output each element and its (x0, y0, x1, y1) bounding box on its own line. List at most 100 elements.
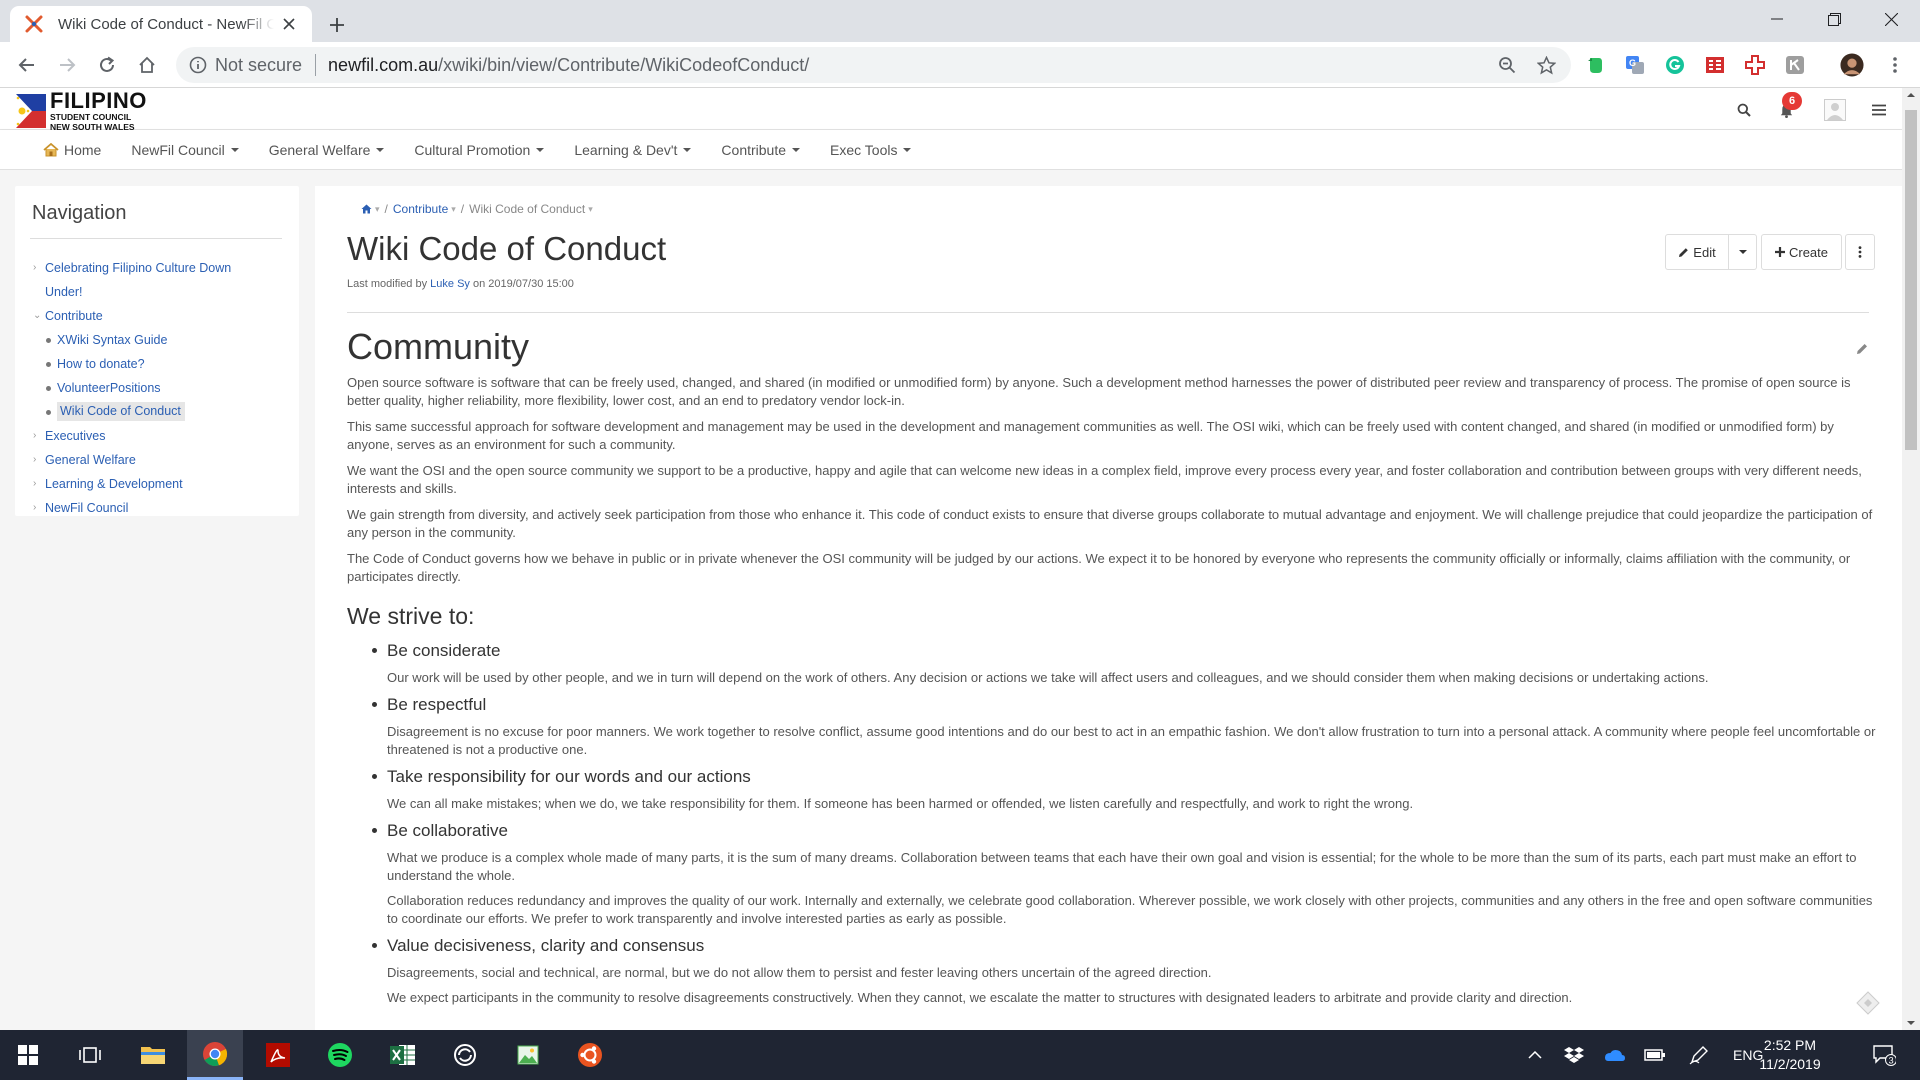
nav-item-executives[interactable]: › Executives (33, 424, 293, 448)
expand-arrow-icon[interactable]: › (33, 472, 43, 496)
nav-item-label-selected[interactable]: Wiki Code of Conduct (57, 402, 185, 421)
security-status[interactable]: Not secure (215, 55, 302, 76)
nav-item-label[interactable]: How to donate? (57, 352, 145, 376)
nav-item-xwiki-syntax[interactable]: XWiki Syntax Guide (33, 328, 293, 352)
nav-item-label[interactable]: Contribute (45, 304, 103, 328)
expand-arrow-icon[interactable]: › (33, 424, 43, 448)
edit-section-icon[interactable] (1855, 342, 1869, 356)
spotify-icon[interactable] (312, 1030, 368, 1080)
info-icon[interactable] (189, 56, 207, 74)
file-explorer-icon[interactable] (125, 1030, 181, 1080)
grid-extension-icon[interactable] (1703, 53, 1727, 77)
caret-down-icon[interactable]: ▾ (451, 204, 456, 215)
nav-item-wiki-code-of-conduct[interactable]: Wiki Code of Conduct (33, 400, 293, 424)
pen-ink-tray-icon[interactable] (1687, 1030, 1711, 1080)
list-item-text: We expect participants in the community … (387, 990, 1573, 1005)
scrollbar-thumb[interactable] (1905, 110, 1917, 450)
gray-extension-icon[interactable] (1783, 53, 1807, 77)
minimize-window-button[interactable] (1748, 0, 1806, 38)
more-actions-button[interactable] (1845, 234, 1875, 270)
acrobat-icon[interactable] (250, 1030, 306, 1080)
scroll-up-arrow-icon[interactable] (1902, 88, 1920, 102)
menu-item-general-welfare[interactable]: General Welfare (254, 130, 400, 170)
create-button[interactable]: Create (1761, 234, 1842, 270)
windows-start-button[interactable] (0, 1030, 56, 1080)
sync-app-icon[interactable] (437, 1030, 493, 1080)
user-avatar-icon[interactable] (1823, 98, 1847, 122)
onedrive-tray-icon[interactable] (1602, 1030, 1626, 1080)
action-center-icon[interactable]: 3 (1864, 1030, 1904, 1080)
home-button[interactable] (130, 48, 164, 82)
expand-arrow-icon[interactable]: › (33, 448, 43, 472)
expand-arrow-icon[interactable]: › (33, 256, 43, 280)
task-view-icon[interactable] (62, 1030, 118, 1080)
nav-item-contribute[interactable]: ⌄ Contribute (33, 304, 293, 328)
menu-item-contribute[interactable]: Contribute (706, 130, 815, 170)
expand-arrow-icon[interactable]: › (33, 496, 43, 520)
page-scrollbar[interactable] (1902, 88, 1920, 1030)
breadcrumb-home-icon[interactable] (361, 204, 372, 214)
site-search-icon[interactable] (1734, 100, 1754, 120)
image-editor-icon[interactable] (500, 1030, 556, 1080)
breadcrumb-contribute[interactable]: Contribute (393, 202, 448, 216)
menu-item-cultural-promotion[interactable]: Cultural Promotion (399, 130, 559, 170)
close-window-button[interactable] (1862, 0, 1920, 38)
profile-avatar-icon[interactable] (1840, 53, 1864, 77)
author-link[interactable]: Luke Sy (430, 278, 470, 290)
plus-extension-icon[interactable] (1743, 53, 1767, 77)
caret-down-icon[interactable]: ▾ (375, 204, 380, 215)
forward-button[interactable] (50, 48, 84, 82)
menu-item-exec-tools[interactable]: Exec Tools (815, 130, 926, 170)
nav-item-celebrating-cont[interactable]: Under! (33, 280, 293, 304)
browser-tab-active[interactable]: Wiki Code of Conduct - NewFil C (10, 6, 312, 42)
nav-item-learning-development[interactable]: › Learning & Development (33, 472, 293, 496)
scroll-down-arrow-icon[interactable] (1902, 1016, 1920, 1030)
nav-item-newfil-council[interactable]: › NewFil Council (33, 496, 293, 520)
nav-item-celebrating[interactable]: › Celebrating Filipino Culture Down (33, 256, 293, 280)
ubuntu-icon[interactable] (562, 1030, 618, 1080)
nav-item-label[interactable]: General Welfare (45, 448, 136, 472)
nav-item-how-to-donate[interactable]: How to donate? (33, 352, 293, 376)
clock-date: 11/2/2019 (1759, 1056, 1821, 1072)
menu-item-newfil-council[interactable]: NewFil Council (116, 130, 253, 170)
nav-item-label[interactable]: Celebrating Filipino Culture Down (45, 256, 231, 280)
nav-item-label[interactable]: VolunteerPositions (57, 376, 161, 400)
address-bar[interactable]: Not secure newfil.com.au/xwiki/bin/view/… (176, 47, 1571, 83)
taskbar-clock[interactable]: 2:52 PM 11/2/2019 (1740, 1036, 1840, 1074)
nav-item-label[interactable]: XWiki Syntax Guide (57, 328, 167, 352)
bookmark-star-icon[interactable] (1535, 54, 1557, 76)
zoom-icon[interactable] (1496, 54, 1518, 76)
menu-item-home[interactable]: Home (28, 130, 116, 170)
nav-item-label[interactable]: Learning & Development (45, 472, 183, 496)
dropbox-tray-icon[interactable] (1562, 1030, 1586, 1080)
chrome-taskbar-icon[interactable] (187, 1030, 243, 1080)
reload-button[interactable] (90, 48, 124, 82)
nav-item-volunteer-positions[interactable]: VolunteerPositions (33, 376, 293, 400)
site-logo[interactable]: FILIPINO STUDENT COUNCIL NEW SOUTH WALES (16, 90, 147, 131)
browser-menu-icon[interactable] (1883, 53, 1907, 77)
close-tab-icon[interactable] (278, 13, 300, 35)
grammarly-extension-icon[interactable] (1663, 53, 1687, 77)
nav-item-label[interactable]: Under! (45, 280, 83, 304)
collapse-arrow-icon[interactable]: ⌄ (33, 304, 43, 328)
evernote-extension-icon[interactable] (1583, 53, 1607, 77)
nav-item-general-welfare[interactable]: › General Welfare (33, 448, 293, 472)
edit-dropdown-button[interactable] (1729, 234, 1757, 270)
back-button[interactable] (10, 48, 44, 82)
notification-count-badge[interactable]: 6 (1782, 92, 1802, 110)
new-tab-button[interactable] (322, 10, 352, 40)
show-hidden-icons-chevron-icon[interactable] (1523, 1030, 1547, 1080)
nav-item-label[interactable]: Executives (45, 424, 105, 448)
nav-item-label[interactable]: NewFil Council (45, 496, 128, 520)
translate-extension-icon[interactable]: G (1623, 53, 1647, 77)
caret-down-icon[interactable]: ▾ (588, 204, 593, 215)
edit-button[interactable]: Edit (1665, 234, 1729, 270)
site-favicon-icon (25, 15, 43, 33)
hamburger-menu-icon[interactable] (1869, 100, 1889, 120)
restore-window-button[interactable] (1805, 0, 1863, 38)
excel-icon[interactable] (375, 1030, 431, 1080)
url-text[interactable]: newfil.com.au/xwiki/bin/view/Contribute/… (328, 55, 809, 76)
battery-tray-icon[interactable] (1643, 1030, 1667, 1080)
floating-action-icon[interactable] (1855, 990, 1881, 1016)
menu-item-learning-dev[interactable]: Learning & Dev't (559, 130, 706, 170)
